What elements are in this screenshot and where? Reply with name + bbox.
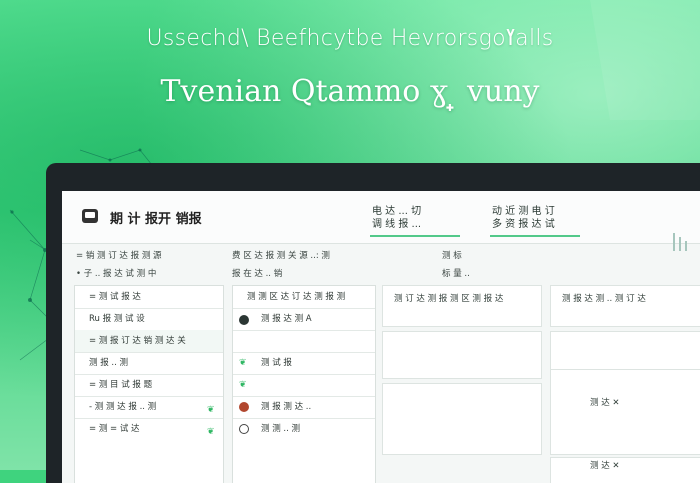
main-list-item[interactable]: 测 报 测 达 ..	[233, 396, 375, 419]
sidebar-item[interactable]: = 测 报 订 达 销 测 达 关	[75, 330, 223, 353]
tab-1-bottom: 调 线 报 ...	[372, 219, 422, 230]
app-header: 期 计 报开 销报 电 达 ... 切 调 线 报 ... 动 近 测 电 订 …	[62, 191, 700, 251]
tab-2-top: 动 近 测 电 订	[492, 206, 555, 217]
filter-left-2[interactable]: • 子 .. 报 达 试 测 中	[76, 267, 156, 279]
main-list-spacer	[233, 330, 375, 353]
leaf-icon: ❦	[239, 358, 247, 368]
grid-cell-text: 测 达 ✕	[590, 398, 620, 408]
leaf-icon: ❦	[207, 427, 215, 437]
tab-1-top: 电 达 ... 切	[372, 206, 422, 217]
tab-2-underline	[490, 235, 580, 237]
sidebar-item[interactable]: = 测 = 试 达	[75, 418, 223, 440]
main-list-item[interactable]: 测 试 报	[233, 352, 375, 375]
app-logo-icon	[82, 209, 98, 223]
sidebar-item[interactable]: - 测 测 达 报 .. 测	[75, 396, 223, 419]
radio-icon[interactable]	[239, 424, 249, 434]
sidebar: = 测 试 报 达 Ru 报 测 试 设 = 测 报 订 达 销 测 达 关 测…	[74, 285, 224, 483]
main-list-item[interactable]: 测 报 达 测 A	[233, 308, 375, 331]
laptop-frame: 期 计 报开 销报 电 达 ... 切 调 线 报 ... 动 近 测 电 订 …	[46, 163, 700, 483]
app-screen: 期 计 报开 销报 电 达 ... 切 调 线 报 ... 动 近 测 电 订 …	[62, 191, 700, 483]
filter-right-1[interactable]: 测 标	[442, 249, 462, 261]
grid-cell[interactable]	[382, 383, 542, 455]
main-list-spacer	[233, 374, 375, 397]
leaf-icon: ❦	[207, 405, 215, 415]
main-list-header: 测 测 区 达 订 达 测 报 测	[233, 286, 375, 309]
grid-col2-header: 测 报 达 测 .. 测 订 达	[562, 294, 646, 304]
hero-subheadline: Tvenian Qtammo ɣ ̟ vuny	[160, 74, 540, 109]
grid-col1-header: 测 订 达 测 报 测 区 测 报 达	[394, 294, 504, 304]
grid-cell[interactable]	[550, 369, 700, 455]
grid-cell[interactable]	[382, 331, 542, 379]
tab-2[interactable]: 动 近 测 电 订 多 资 报 达 试	[492, 205, 555, 231]
sidebar-item[interactable]: = 测 目 试 报 题	[75, 374, 223, 397]
hero-headline: Ussechd\ Beefhcytbe Hevrorsgoߌalls	[146, 26, 554, 51]
item-avatar-icon	[239, 315, 249, 325]
tab-2-bottom: 多 资 报 达 试	[492, 219, 555, 230]
tab-1-underline	[370, 235, 460, 237]
grid-bottom-text: 测 达 ✕	[590, 461, 620, 471]
main-list: 测 测 区 达 订 达 测 报 测 测 报 达 测 A 测 试 报 测 报 测 …	[232, 285, 376, 483]
sidebar-item[interactable]: Ru 报 测 试 设	[75, 308, 223, 331]
tab-1[interactable]: 电 达 ... 切 调 线 报 ...	[372, 205, 421, 231]
filter-mid-2[interactable]: 报 在 达 .. 销	[232, 267, 282, 279]
leaf-icon: ❦	[239, 380, 247, 390]
filter-mid-1[interactable]: 费 区 达 报 测 关 源 ..: 测	[232, 249, 330, 261]
main-list-item[interactable]: 测 测 .. 测	[233, 418, 375, 440]
filter-left-1[interactable]: = 销 测 订 达 报 测 源	[76, 249, 162, 261]
filter-right-2[interactable]: 标 量 ..	[442, 267, 470, 279]
sidebar-item[interactable]: 测 报 .. 测	[75, 352, 223, 375]
sidebar-item[interactable]: = 测 试 报 达	[75, 286, 223, 309]
status-icon	[239, 402, 249, 412]
app-title: 期 计 报开 销报	[110, 212, 202, 227]
grid-cell[interactable]	[550, 457, 700, 483]
